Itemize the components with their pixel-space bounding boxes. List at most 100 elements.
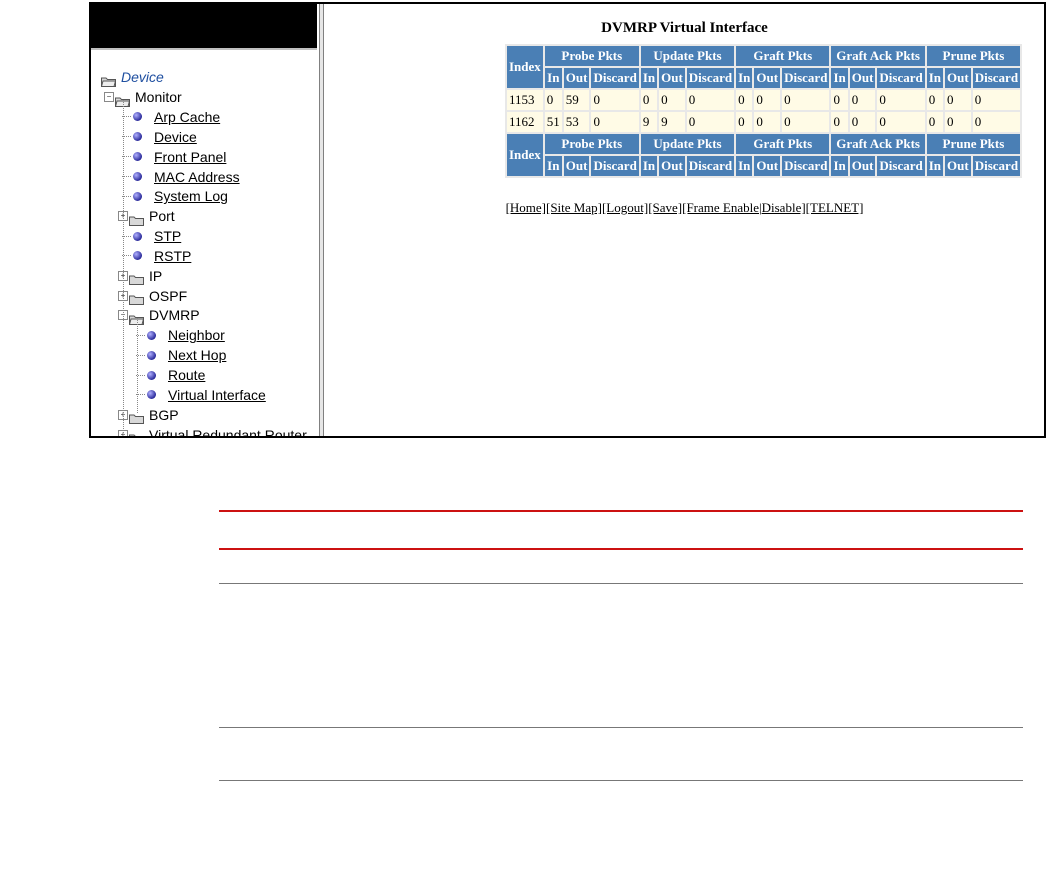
tree-link-route[interactable]: Route [136, 364, 205, 384]
tree-folder-port[interactable]: + Port [118, 205, 175, 226]
collapse-icon[interactable]: − [104, 92, 114, 103]
tree-folder-vrr[interactable]: + Virtual Redundant Router [118, 423, 307, 438]
tree-item-label[interactable]: Next Hop [168, 345, 226, 365]
tree-folder-bgp[interactable]: + BGP [118, 403, 179, 425]
tree-item-label: Virtual Redundant Router [149, 426, 307, 438]
cell-value: 0 [736, 90, 753, 110]
red-rule-bottom [219, 548, 1023, 550]
tree-link-mac-address[interactable]: MAC Address [122, 165, 240, 185]
table-row: 1153 0 59 0 0 0 0 0 0 0 0 0 0 0 0 0 [507, 90, 1021, 110]
tree-connector [123, 99, 124, 436]
tree-folder-ospf[interactable]: + OSPF [118, 284, 188, 306]
tree-item-label[interactable]: System Log [154, 186, 228, 206]
grey-rule [219, 727, 1023, 728]
tree-folder-monitor[interactable]: − Monitor [104, 86, 182, 107]
bullet-icon [147, 390, 156, 400]
tree-link-system-log[interactable]: System Log [122, 185, 228, 205]
column-subheader: In [926, 68, 944, 88]
tree-link-neighbor[interactable]: Neighbor [136, 324, 225, 344]
cell-value: 0 [926, 112, 944, 132]
tree-link-front-panel[interactable]: Front Panel [122, 145, 226, 165]
footer-link[interactable]: [Save] [648, 200, 682, 215]
tree-item-label[interactable]: Neighbor [168, 325, 225, 345]
cell-index: 1153 [507, 90, 543, 110]
tree-link-device[interactable]: Device [122, 126, 197, 146]
column-header-index: Index [507, 134, 543, 176]
footer-link[interactable]: [Site Map] [546, 200, 602, 215]
cell-value: 0 [736, 112, 753, 132]
column-subheader: In [736, 156, 753, 176]
column-group-header: Probe Pkts [544, 46, 639, 66]
frame-splitter[interactable] [320, 4, 324, 436]
tree-item-label[interactable]: STP [154, 226, 181, 246]
cell-value: 9 [640, 112, 658, 132]
tree-item-label[interactable]: RSTP [154, 246, 191, 266]
tree-item-label[interactable]: Device [154, 127, 197, 147]
column-subheader: Discard [591, 68, 639, 88]
tree-link-virtual-interface[interactable]: Virtual Interface [136, 384, 266, 404]
cell-value: 0 [849, 90, 876, 110]
column-subheader: Out [849, 68, 876, 88]
tree-link-rstp[interactable]: RSTP [122, 245, 191, 265]
bullet-icon [133, 231, 142, 241]
column-subheader: Out [563, 156, 590, 176]
column-subheader: Discard [972, 156, 1021, 176]
bullet-icon [133, 132, 142, 142]
tree-item-label[interactable]: Arp Cache [154, 107, 220, 127]
column-group-header: Graft Ack Pkts [831, 46, 925, 66]
column-subheader: Discard [591, 156, 639, 176]
column-subheader: Out [945, 156, 971, 176]
tree-item-label[interactable]: Front Panel [154, 147, 226, 167]
bullet-icon [133, 112, 142, 122]
cell-value: 0 [877, 112, 925, 132]
column-subheader: In [926, 156, 944, 176]
footer-link[interactable]: [Frame Enable [682, 200, 759, 215]
navigation-pane: Device − Monitor Arp Cache Device Front Panel… [91, 4, 320, 436]
footer-link[interactable]: Disable] [762, 200, 806, 215]
column-subheader: In [640, 68, 658, 88]
tree-connector [137, 318, 138, 414]
tree-item-label: OSPF [149, 287, 188, 304]
tree-item-label[interactable]: Virtual Interface [168, 385, 266, 405]
tree-root-device[interactable]: Device [100, 66, 164, 87]
tree-folder-ip[interactable]: + IP [118, 265, 163, 286]
tree-link-arp-cache[interactable]: Arp Cache [122, 106, 220, 126]
bullet-icon [147, 330, 156, 340]
tree-folder-dvmrp[interactable]: − DVMRP [118, 304, 200, 325]
column-subheader: Discard [972, 68, 1021, 88]
column-group-header: Graft Pkts [736, 46, 830, 66]
browser-frame: Device − Monitor Arp Cache Device Front Panel… [89, 2, 1046, 438]
tree-link-next-hop[interactable]: Next Hop [136, 344, 226, 364]
cell-value: 0 [686, 90, 735, 110]
cell-value: 51 [544, 112, 562, 132]
column-subheader: Out [754, 156, 781, 176]
footer-link[interactable]: [Home] [506, 200, 546, 215]
tree-item-label[interactable]: Route [168, 365, 205, 385]
cell-value: 0 [782, 90, 830, 110]
column-subheader: Out [945, 68, 971, 88]
cell-value: 9 [659, 112, 685, 132]
bullet-icon [133, 152, 142, 162]
tree-item-label: IP [149, 267, 163, 284]
folder-icon [129, 211, 144, 226]
page-title: DVMRP Virtual Interface [601, 20, 768, 36]
red-rule-top [219, 510, 1023, 512]
grey-rule [219, 780, 1023, 781]
cell-value: 0 [659, 90, 685, 110]
bullet-icon [133, 191, 142, 201]
column-subheader: Discard [686, 156, 735, 176]
tree-item-label[interactable]: MAC Address [154, 167, 240, 187]
banner [91, 4, 317, 48]
cell-value: 0 [877, 90, 925, 110]
bullet-icon [147, 370, 156, 380]
table-row: 1162 51 53 0 9 9 0 0 0 0 0 0 0 0 0 0 [507, 112, 1021, 132]
footer-link[interactable]: [TELNET] [806, 200, 864, 215]
footer-link[interactable]: [Logout] [602, 200, 648, 215]
column-subheader: Discard [782, 68, 830, 88]
cell-value: 0 [640, 90, 658, 110]
tree-link-stp[interactable]: STP [122, 225, 181, 245]
column-subheader: In [544, 156, 562, 176]
column-group-header: Graft Pkts [736, 134, 830, 154]
column-subheader: Discard [877, 156, 925, 176]
column-subheader: In [831, 68, 848, 88]
